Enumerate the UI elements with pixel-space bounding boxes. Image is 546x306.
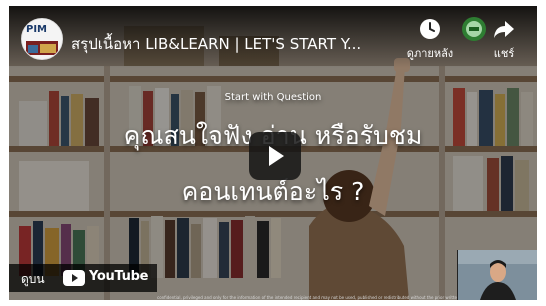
youtube-logo-icon xyxy=(63,270,85,286)
center-subtitle: Start with Question xyxy=(224,92,322,103)
watch-on-label: ดูบน xyxy=(21,272,45,286)
disclaimer-text: confidential, privileged and only for th… xyxy=(157,295,457,300)
share-arrow-icon xyxy=(494,21,514,38)
play-icon xyxy=(269,146,284,166)
watch-later-label: ดูภายหลัง xyxy=(406,47,454,60)
presenter-image xyxy=(458,250,537,300)
play-button[interactable] xyxy=(249,132,301,180)
channel-logo-text: PIM xyxy=(26,24,48,35)
youtube-label: YouTube xyxy=(89,269,149,284)
video-title-link[interactable]: สรุปเนื้อหา LIB&LEARN | LET'S START Y... xyxy=(71,32,391,56)
clock-icon xyxy=(420,19,440,39)
video-player[interactable]: PIM สรุปเนื้อหา LIB&LEARN | LET'S START … xyxy=(9,6,537,300)
channel-avatar[interactable]: PIM xyxy=(21,18,63,60)
share-button[interactable]: แชร์ xyxy=(479,18,529,62)
share-label: แชร์ xyxy=(493,47,515,60)
watch-on-youtube-button[interactable]: ดูบน YouTube xyxy=(9,264,157,292)
watch-later-button[interactable]: ดูภายหลัง xyxy=(405,18,455,62)
presenter-inset xyxy=(457,250,537,300)
